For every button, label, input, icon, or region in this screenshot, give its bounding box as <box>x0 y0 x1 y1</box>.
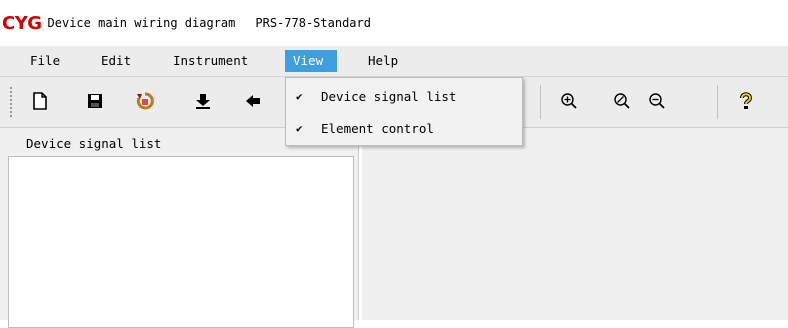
new-file-icon[interactable] <box>28 89 52 113</box>
toolbar-separator <box>540 85 541 119</box>
cyg-logo: CYG <box>2 12 42 34</box>
panel-title: Device signal list <box>26 136 162 151</box>
check-icon: ✔ <box>296 90 303 103</box>
signal-list-box[interactable] <box>8 156 354 328</box>
view-dropdown-menu: ✔ Device signal list ✔ Element control <box>285 77 523 146</box>
download-icon[interactable] <box>191 89 215 113</box>
zoom-in-icon[interactable] <box>557 89 581 113</box>
menu-edit[interactable]: Edit <box>95 50 137 72</box>
device-signal-list-panel: Device signal list <box>0 128 359 328</box>
menu-help[interactable]: Help <box>362 50 404 72</box>
menu-file[interactable]: File <box>24 50 66 72</box>
menu-bar: File Edit Instrument View Help <box>0 46 788 77</box>
zoom-fit-icon[interactable] <box>610 89 634 113</box>
menu-item-label: Device signal list <box>321 89 457 104</box>
refresh-icon[interactable] <box>133 89 157 113</box>
diagram-area[interactable] <box>362 128 788 320</box>
toolbar-grip[interactable] <box>10 87 14 117</box>
menu-instrument[interactable]: Instrument <box>167 50 254 72</box>
check-icon: ✔ <box>296 122 303 135</box>
title-bar: CYG Device main wiring diagram PRS-778-S… <box>0 0 788 46</box>
toolbar-separator <box>717 85 718 119</box>
help-icon[interactable] <box>734 89 758 113</box>
window-title: Device main wiring diagram <box>47 16 236 30</box>
menu-item-element-control[interactable]: ✔ Element control <box>286 116 522 142</box>
menu-view[interactable]: View <box>285 50 337 72</box>
menu-item-label: Element control <box>321 121 434 136</box>
save-icon[interactable] <box>83 89 107 113</box>
back-icon[interactable] <box>241 89 265 113</box>
zoom-out-icon[interactable] <box>645 89 669 113</box>
menu-item-device-signal-list[interactable]: ✔ Device signal list <box>286 84 522 110</box>
device-model: PRS-778-Standard <box>255 16 371 30</box>
